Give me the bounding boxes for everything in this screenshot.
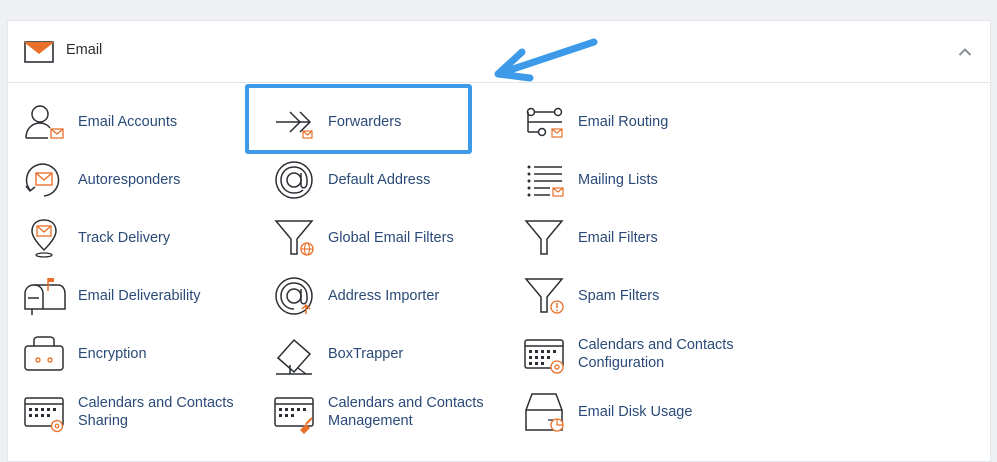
item-label: Track Delivery [78,230,171,246]
mailing-lists-link[interactable]: Mailing Lists [522,155,762,205]
box-trap-icon [276,338,312,375]
item-label: BoxTrapper [328,346,404,362]
item-label: Spam Filters [578,288,660,304]
chevron-up-icon [958,48,972,56]
at-import-icon [275,277,313,315]
item-label: Calendars and Contacts Management [328,395,484,429]
mailbox-icon [24,278,66,315]
address-importer-link[interactable]: Address Importer [272,271,512,321]
global-filter-icon [274,220,314,256]
calendar-config-icon [524,339,564,374]
email-filters-link[interactable]: Email Filters [522,213,762,263]
item-label: Encryption [78,346,147,362]
email-disk-usage-link[interactable]: Email Disk Usage [522,387,762,437]
item-label: Address Importer [328,288,440,304]
calendars-contacts-management-link[interactable]: Calendars and Contacts Management [272,387,512,437]
autoresponder-icon [25,163,60,197]
calendars-contacts-sharing-link[interactable]: Calendars and Contacts Sharing [22,387,262,437]
calendar-share-icon [24,397,64,433]
routing-icon [526,107,563,138]
spam-filter-icon [524,278,564,314]
email-deliverability-link[interactable]: Email Deliverability [22,271,262,321]
default-address-link[interactable]: Default Address [272,155,512,205]
item-label: Autoresponders [78,172,181,188]
autoresponders-link[interactable]: Autoresponders [22,155,262,205]
track-delivery-link[interactable]: Track Delivery [22,213,262,263]
item-label: Global Email Filters [328,230,454,246]
calendars-contacts-configuration-link[interactable]: Calendars and Contacts Configuration [522,329,762,379]
item-label: Calendars and Contacts Sharing [78,395,234,429]
section-title: Email [66,42,103,58]
location-pin-icon [31,219,57,258]
email-routing-link[interactable]: Email Routing [522,97,762,147]
pointer-arrow [494,38,598,82]
item-label: Email Routing [578,114,669,130]
at-sign-icon [275,161,313,199]
highlight-box [245,84,472,154]
user-mail-icon [25,105,64,139]
global-email-filters-link[interactable]: Global Email Filters [272,213,512,263]
item-label: Mailing Lists [578,172,658,188]
item-label: Calendars and Contacts Configuration [578,337,734,371]
encryption-key-icon [24,336,64,371]
encryption-link[interactable]: Encryption [22,329,262,379]
item-label: Email Accounts [78,114,178,130]
disk-usage-icon [525,393,564,432]
item-label: Email Deliverability [78,288,201,304]
boxtrapper-link[interactable]: BoxTrapper [272,329,512,379]
item-label: Default Address [328,172,431,188]
calendar-manage-icon [274,397,314,434]
item-label: Email Filters [578,230,658,246]
envelope-icon [24,41,54,63]
filter-icon [524,220,564,255]
collapse-button[interactable] [952,41,978,63]
mailing-list-icon [527,165,564,197]
spam-filters-link[interactable]: Spam Filters [522,271,762,321]
item-label: Email Disk Usage [578,404,693,420]
email-accounts-link[interactable]: Email Accounts [22,97,262,147]
